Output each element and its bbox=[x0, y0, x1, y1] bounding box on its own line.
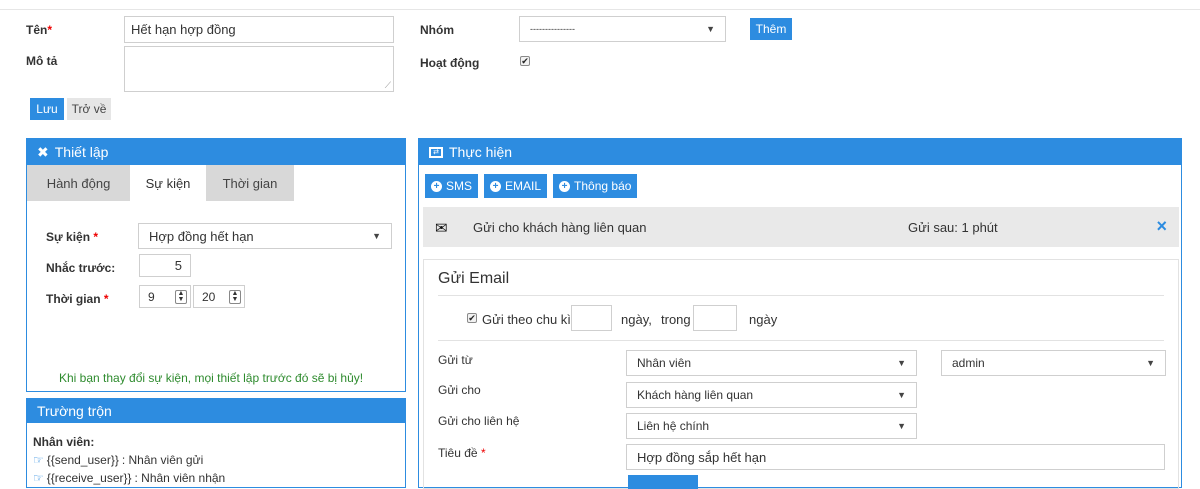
divider bbox=[438, 340, 1164, 341]
tools-icon: ✖ bbox=[37, 143, 49, 160]
event-label: Sự kiện * bbox=[46, 230, 99, 244]
add-group-button[interactable]: Thêm bbox=[750, 18, 792, 40]
from-select[interactable]: Nhân viên ▼ bbox=[626, 350, 917, 376]
email-editor: Gửi Email ✔ Gửi theo chu kì ngày, trong … bbox=[423, 259, 1179, 489]
execute-panel: ⇄ Thực hiện + SMS + EMAIL + Thông báo ✉ Gửi… bbox=[418, 138, 1182, 489]
days-label: ngày, bbox=[621, 312, 652, 327]
group-label: Nhóm bbox=[420, 23, 454, 37]
settings-title: Thiết lập bbox=[54, 144, 109, 160]
remind-input[interactable]: 5 bbox=[139, 254, 191, 277]
periodic-label: Gửi theo chu kì bbox=[482, 312, 571, 327]
merge-group-label: Nhân viên: bbox=[33, 435, 95, 449]
chevron-down-icon: ▼ bbox=[897, 390, 906, 400]
resize-handle-icon[interactable]: ⟋ bbox=[385, 80, 391, 91]
days-label-2: ngày bbox=[749, 312, 778, 327]
remove-action-icon[interactable]: × bbox=[1156, 216, 1167, 237]
time-minute-input[interactable]: 20 ▲ ▼ bbox=[193, 285, 245, 308]
divider bbox=[438, 295, 1164, 296]
envelope-icon: ✉ bbox=[435, 220, 448, 237]
chevron-down-icon: ▼ bbox=[1146, 358, 1155, 368]
desc-textarea[interactable]: ⟋ bbox=[124, 46, 394, 92]
chevron-down-icon: ▼ bbox=[372, 231, 381, 241]
email-editor-title: Gửi Email bbox=[438, 270, 510, 287]
time-label: Thời gian * bbox=[46, 292, 109, 306]
merge-field-item[interactable]: ☞ {{send_user}}: Nhân viên gửi bbox=[33, 453, 203, 467]
subject-label: Tiêu đề * bbox=[438, 446, 486, 460]
within-label: trong bbox=[661, 312, 691, 327]
add-sms-button[interactable]: + SMS bbox=[425, 174, 479, 198]
active-checkbox[interactable]: ✔ bbox=[520, 56, 530, 66]
tab-time[interactable]: Thời gian bbox=[206, 165, 294, 201]
execute-icon: ⇄ bbox=[429, 146, 443, 158]
execute-title: Thực hiện bbox=[449, 144, 513, 160]
action-row-delay: Gửi sau: 1 phút bbox=[908, 220, 998, 235]
desc-label: Mô tả bbox=[26, 54, 58, 68]
settings-panel-header: ✖ Thiết lập bbox=[27, 139, 405, 165]
back-button[interactable]: Trở về bbox=[67, 98, 111, 120]
merge-fields-panel: Trường trộn Nhân viên: ☞ {{send_user}}: … bbox=[26, 398, 406, 488]
chevron-down-icon: ▼ bbox=[897, 358, 906, 368]
add-email-button[interactable]: + EMAIL bbox=[484, 174, 548, 198]
plus-icon: + bbox=[490, 180, 502, 192]
active-label: Hoạt động bbox=[420, 56, 480, 70]
remind-label: Nhắc trước: bbox=[46, 261, 116, 275]
action-row-text: Gửi cho khách hàng liên quan bbox=[473, 220, 647, 235]
to-label: Gửi cho bbox=[438, 383, 481, 397]
settings-tabs: Hành động Sự kiện Thời gian bbox=[27, 165, 405, 201]
plus-icon: + bbox=[431, 180, 442, 192]
execute-panel-header: ⇄ Thực hiện bbox=[419, 139, 1181, 165]
periodic-within-input[interactable] bbox=[693, 305, 737, 331]
action-row[interactable]: ✉ Gửi cho khách hàng liên quan Gửi sau: … bbox=[423, 207, 1179, 247]
execute-actions: + SMS + EMAIL + Thông báo bbox=[425, 174, 638, 198]
from-user-select[interactable]: admin ▼ bbox=[941, 350, 1166, 376]
name-label: Tên* bbox=[26, 23, 53, 37]
to-select[interactable]: Khách hàng liên quan ▼ bbox=[626, 382, 917, 408]
name-input[interactable]: Hết hạn hợp đồng bbox=[124, 16, 394, 43]
spinner-icon[interactable]: ▲ ▼ bbox=[175, 289, 187, 304]
insert-hand-icon: ☞ bbox=[33, 471, 44, 485]
time-hour-input[interactable]: 9 ▲ ▼ bbox=[139, 285, 191, 308]
top-divider bbox=[0, 9, 1200, 10]
content-toolbar-button[interactable] bbox=[628, 475, 698, 489]
event-select[interactable]: Hợp đồng hết hạn ▼ bbox=[138, 223, 392, 249]
save-button[interactable]: Lưu bbox=[30, 98, 64, 120]
chevron-down-icon: ▼ bbox=[706, 24, 715, 34]
from-label: Gửi từ bbox=[438, 353, 473, 367]
subject-input[interactable]: Hợp đồng sắp hết hạn bbox=[626, 444, 1165, 470]
periodic-checkbox[interactable]: ✔ bbox=[467, 313, 477, 323]
insert-hand-icon: ☞ bbox=[33, 453, 44, 467]
group-select[interactable]: --------------- ▼ bbox=[519, 16, 726, 42]
merge-fields-header: Trường trộn bbox=[27, 399, 405, 423]
add-notification-button[interactable]: + Thông báo bbox=[553, 174, 638, 198]
contact-select[interactable]: Liên hệ chính ▼ bbox=[626, 413, 917, 439]
tab-action[interactable]: Hành động bbox=[27, 165, 130, 201]
periodic-every-input[interactable] bbox=[571, 305, 612, 331]
event-change-warning: Khi bạn thay đổi sự kiện, mọi thiết lập … bbox=[59, 371, 364, 385]
merge-field-item[interactable]: ☞ {{receive_user}}: Nhân viên nhận bbox=[33, 471, 225, 485]
spinner-icon[interactable]: ▲ ▼ bbox=[229, 289, 241, 304]
tab-event[interactable]: Sự kiện bbox=[130, 165, 206, 201]
merge-fields-title: Trường trộn bbox=[37, 403, 112, 419]
chevron-down-icon: ▼ bbox=[897, 421, 906, 431]
settings-panel: ✖ Thiết lập Hành động Sự kiện Thời gian … bbox=[26, 138, 406, 392]
plus-icon: + bbox=[559, 180, 571, 192]
contact-label: Gửi cho liên hệ bbox=[438, 414, 520, 428]
